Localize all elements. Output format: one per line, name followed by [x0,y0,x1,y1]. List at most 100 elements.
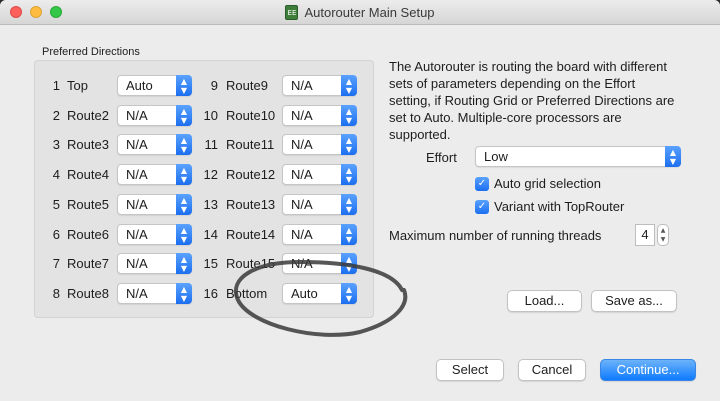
save-as-button[interactable]: Save as... [591,290,677,312]
layer-label-route15: Route15 [226,256,276,271]
autorouter-dialog: EE Autorouter Main Setup Preferred Direc… [0,0,720,401]
layer-number: 5 [52,197,60,212]
updown-chevron-icon: ▲ ▼ [176,253,192,274]
direction-select-route8[interactable]: N/A ▲ ▼ [117,283,192,304]
layer-label-bottom: Bottom [226,286,268,301]
direction-value: N/A [291,256,313,271]
threads-label: Maximum number of running threads [389,228,602,243]
layer-number: 10 [203,108,218,123]
layer-label-route5: Route5 [67,197,109,212]
direction-select-route11[interactable]: N/A ▲ ▼ [282,134,357,155]
preferred-directions-label: Preferred Directions [42,46,140,58]
updown-chevron-icon: ▲ ▼ [341,134,357,155]
layer-label-route11: Route11 [226,137,275,152]
effort-value: Low [484,149,508,164]
layer-label-route6: Route6 [67,227,109,242]
layer-number: 1 [52,78,60,93]
direction-value: N/A [291,167,313,182]
layer-number: 9 [210,78,218,93]
direction-value: N/A [126,227,148,242]
layer-number: 15 [203,256,218,271]
direction-select-route14[interactable]: N/A ▲ ▼ [282,224,357,245]
effort-label: Effort [426,150,457,165]
layer-label-route10: Route10 [226,108,276,123]
layer-number: 6 [52,227,60,242]
variant-toprouter-checkbox[interactable]: ✓ [475,199,489,214]
layer-label-top: Top [67,78,88,93]
layer-number: 11 [204,137,219,152]
updown-chevron-icon: ▲ ▼ [176,283,192,304]
updown-chevron-icon: ▲ ▼ [341,164,357,185]
updown-chevron-icon: ▲ ▼ [176,75,192,96]
window-title: Autorouter Main Setup [304,4,435,20]
direction-value: Auto [126,78,153,93]
auto-grid-checkbox[interactable]: ✓ [475,176,489,191]
updown-chevron-icon: ▲ ▼ [341,283,357,304]
layer-label-route14: Route14 [226,227,276,242]
layer-label-route12: Route12 [226,167,276,182]
direction-select-bottom[interactable]: Auto ▲ ▼ [282,283,357,304]
direction-value: N/A [291,197,313,212]
layer-number: 12 [203,167,218,182]
direction-value: N/A [126,108,148,123]
direction-value: N/A [291,78,313,93]
app-icon: EE [285,4,299,20]
cancel-button[interactable]: Cancel [518,359,586,381]
layer-number: 2 [52,108,60,123]
direction-value: N/A [291,108,313,123]
stepper-icon[interactable]: ▲ ▼ [657,224,669,246]
updown-chevron-icon: ▲ ▼ [176,105,192,126]
updown-chevron-icon: ▲ ▼ [176,134,192,155]
direction-select-route6[interactable]: N/A ▲ ▼ [117,224,192,245]
layer-label-route3: Route3 [67,137,109,152]
updown-chevron-icon: ▲ ▼ [341,224,357,245]
continue-button[interactable]: Continue... [600,359,696,381]
auto-grid-label: Auto grid selection [494,176,601,191]
direction-value: N/A [126,256,148,271]
direction-value: Auto [291,286,318,301]
layer-label-route8: Route8 [67,286,109,301]
updown-chevron-icon: ▲ ▼ [341,75,357,96]
direction-select-route13[interactable]: N/A ▲ ▼ [282,194,357,215]
description-text: The Autorouter is routing the board with… [389,59,675,142]
direction-value: N/A [291,227,313,242]
layer-label-route9: Route9 [226,78,268,93]
updown-chevron-icon: ▲ ▼ [176,194,192,215]
direction-select-route3[interactable]: N/A ▲ ▼ [117,134,192,155]
direction-select-route15[interactable]: N/A ▲ ▼ [282,253,357,274]
direction-select-route4[interactable]: N/A ▲ ▼ [117,164,192,185]
variant-toprouter-option[interactable]: ✓ Variant with TopRouter [475,199,624,214]
direction-select-top[interactable]: Auto ▲ ▼ [117,75,192,96]
layer-number: 16 [203,286,218,301]
updown-chevron-icon: ▲ ▼ [341,105,357,126]
direction-value: N/A [291,137,313,152]
load-button[interactable]: Load... [507,290,582,312]
direction-select-route10[interactable]: N/A ▲ ▼ [282,105,357,126]
layer-number: 14 [203,227,218,242]
updown-chevron-icon: ▲ ▼ [176,164,192,185]
updown-chevron-icon: ▲ ▼ [176,224,192,245]
updown-chevron-icon: ▲ ▼ [341,253,357,274]
effort-select[interactable]: Low ▲ ▼ [475,146,681,167]
layer-label-route2: Route2 [67,108,109,123]
layer-label-route4: Route4 [67,167,109,182]
preferred-directions-group [34,60,374,318]
direction-select-route5[interactable]: N/A ▲ ▼ [117,194,192,215]
variant-toprouter-label: Variant with TopRouter [494,199,625,214]
direction-select-route12[interactable]: N/A ▲ ▼ [282,164,357,185]
direction-select-route2[interactable]: N/A ▲ ▼ [117,105,192,126]
direction-select-route7[interactable]: N/A ▲ ▼ [117,253,192,274]
threads-input[interactable]: 4 [635,224,655,246]
select-button[interactable]: Select [436,359,504,381]
layer-number: 13 [203,197,218,212]
auto-grid-option[interactable]: ✓ Auto grid selection [475,176,601,191]
direction-value: N/A [126,286,148,301]
updown-chevron-icon: ▲ ▼ [341,194,357,215]
layer-number: 8 [52,286,60,301]
direction-select-route9[interactable]: N/A ▲ ▼ [282,75,357,96]
direction-value: N/A [126,197,148,212]
direction-value: N/A [126,137,148,152]
layer-number: 4 [52,167,60,182]
layer-number: 7 [52,256,60,271]
layer-label-route7: Route7 [67,256,109,271]
